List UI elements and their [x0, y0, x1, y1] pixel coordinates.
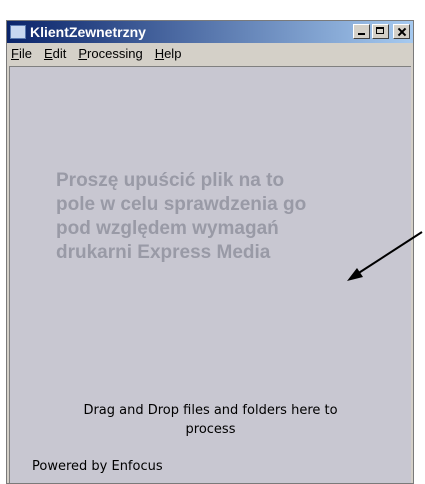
annotation-arrow-icon: [347, 231, 423, 281]
